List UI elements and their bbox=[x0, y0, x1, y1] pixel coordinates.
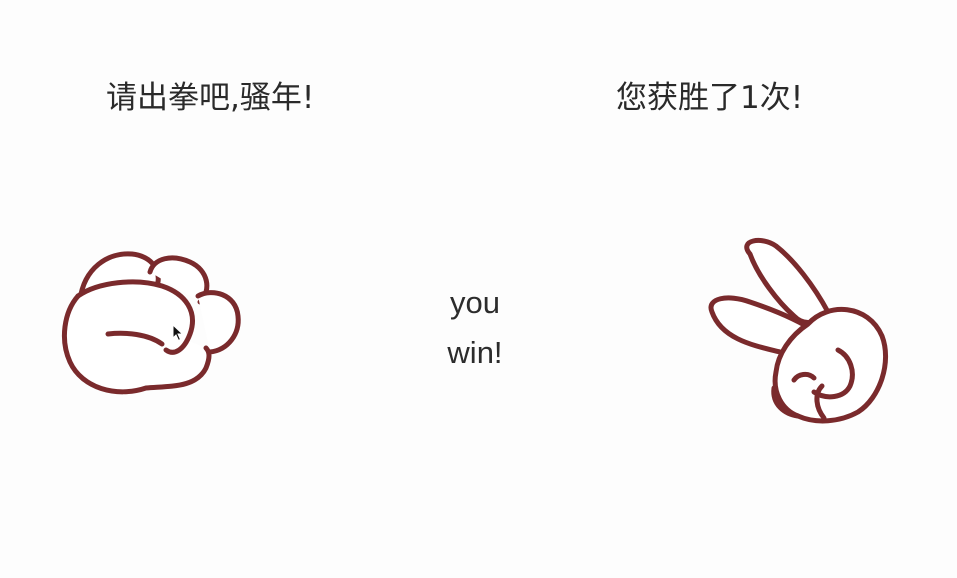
result-line-2: win! bbox=[447, 335, 503, 370]
round-result: you win! bbox=[415, 278, 535, 378]
mouse-pointer-icon bbox=[172, 324, 184, 342]
result-line-1: you bbox=[450, 285, 500, 320]
player-hand-rock[interactable] bbox=[50, 238, 250, 408]
computer-hand-scissors bbox=[698, 232, 898, 432]
game-stage: 请出拳吧,骚年! 您获胜了1次! you win! bbox=[0, 0, 957, 578]
fist-icon bbox=[62, 251, 241, 395]
win-count-text: 您获胜了1次! bbox=[616, 80, 804, 116]
victory-hand-icon bbox=[708, 237, 888, 424]
prompt-text: 请出拳吧,骚年! bbox=[106, 80, 315, 116]
